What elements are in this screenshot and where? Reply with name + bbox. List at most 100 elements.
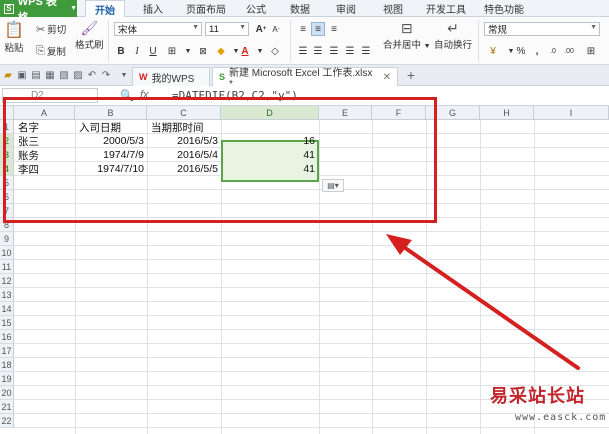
save-icon[interactable]: ▣ xyxy=(16,69,28,81)
align-top-icon[interactable]: ≡ xyxy=(296,22,310,36)
row-header[interactable]: 11 xyxy=(0,260,14,274)
chevron-down-icon[interactable]: ▼ xyxy=(181,44,195,58)
column-header-i[interactable]: I xyxy=(534,106,609,120)
new-tab-button[interactable]: + xyxy=(405,67,417,83)
currency-icon[interactable]: ¥ xyxy=(486,44,500,58)
grid-line xyxy=(14,259,609,260)
redo-icon[interactable]: ↷ xyxy=(100,69,112,81)
chevron-down-icon: ▼ xyxy=(70,5,77,12)
brush-icon: 🖌 xyxy=(80,20,99,36)
paste-button[interactable]: 📋 粘贴 xyxy=(4,20,24,54)
row-header[interactable]: 20 xyxy=(0,386,14,400)
font-name-value: 宋体 xyxy=(118,25,138,36)
app-menu-button[interactable]: S WPS 表格 ▼ xyxy=(0,0,77,24)
row-header[interactable]: 12 xyxy=(0,274,14,288)
close-icon[interactable]: ✕ xyxy=(383,72,391,83)
row-header[interactable]: 19 xyxy=(0,372,14,386)
distributed-icon[interactable]: ☰ xyxy=(359,44,373,58)
comma-style-icon[interactable]: , xyxy=(530,44,544,58)
grid-line xyxy=(14,371,609,372)
row-header[interactable]: 13 xyxy=(0,288,14,302)
row-header[interactable]: 22 xyxy=(0,414,14,428)
row-header[interactable]: 21 xyxy=(0,400,14,414)
bold-button[interactable]: B xyxy=(114,44,128,58)
tab-page-layout[interactable]: 页面布局 xyxy=(180,0,232,17)
grow-font-button[interactable]: A + xyxy=(254,22,268,36)
print-icon[interactable]: ▦ xyxy=(44,69,56,81)
grid-line xyxy=(14,357,609,358)
cut-button[interactable]: ✂ 剪切 xyxy=(36,22,66,37)
merge-border-icon[interactable]: ⊠ xyxy=(196,44,210,58)
align-middle-icon[interactable]: ≡ xyxy=(311,22,325,36)
format-painter-button[interactable]: 🖌 格式刷 xyxy=(75,20,104,51)
increase-decimal-icon[interactable]: .0 xyxy=(546,44,560,58)
tab-developer[interactable]: 开发工具 xyxy=(420,0,472,17)
row-header[interactable]: 10 xyxy=(0,246,14,260)
align-center-icon[interactable]: ☰ xyxy=(311,44,325,58)
number-format-select[interactable]: 常规 ▼ xyxy=(484,22,600,36)
format-painter-label: 格式刷 xyxy=(75,40,104,51)
decrease-decimal-icon[interactable]: .00 xyxy=(562,44,576,58)
export-pdf-icon[interactable]: ▧ xyxy=(58,69,70,81)
font-size-select[interactable]: 11 ▼ xyxy=(205,22,249,36)
merge-center-button[interactable]: ⊟ 合并居中 ▼ xyxy=(383,20,431,51)
fill-color-icon[interactable]: ◆ xyxy=(214,44,228,58)
tab-data[interactable]: 数据 xyxy=(282,0,318,17)
grid-line xyxy=(480,120,481,434)
italic-button[interactable]: I xyxy=(130,44,144,58)
font-color-icon[interactable]: A xyxy=(238,44,252,58)
tab-document[interactable]: S 新建 Microsoft Excel 工作表.xlsx * ✕ xyxy=(212,67,398,90)
row-header[interactable]: 16 xyxy=(0,330,14,344)
shrink-font-button[interactable]: A- xyxy=(269,22,283,36)
print-preview-icon[interactable]: ▤ xyxy=(30,69,42,81)
paste-label: 粘贴 xyxy=(4,43,24,54)
menu-bar: S WPS 表格 ▼ 开始 插入 页面布局 公式 数据 审阅 视图 开发工具 特… xyxy=(0,0,609,24)
tab-my-wps-label: 我的WPS xyxy=(151,73,195,85)
row-header[interactable]: 9 xyxy=(0,232,14,246)
grid-line xyxy=(14,273,609,274)
spreadsheet-icon: S xyxy=(219,72,226,82)
clear-format-icon[interactable]: ◇ xyxy=(268,44,282,58)
justify-icon[interactable]: ☰ xyxy=(343,44,357,58)
tab-insert[interactable]: 插入 xyxy=(132,0,174,17)
tab-view[interactable]: 视图 xyxy=(373,0,413,17)
tab-formulas[interactable]: 公式 xyxy=(238,0,274,17)
number-settings-icon[interactable]: ⊞ xyxy=(584,44,598,58)
tab-review[interactable]: 审阅 xyxy=(328,0,364,17)
row-header[interactable]: 17 xyxy=(0,344,14,358)
copy-icon: ⎘ xyxy=(36,44,45,57)
align-right-icon[interactable]: ☰ xyxy=(327,44,341,58)
tab-my-wps[interactable]: W 我的WPS xyxy=(132,67,210,86)
chevron-down-icon[interactable]: ▼ xyxy=(253,44,267,58)
column-header-h[interactable]: H xyxy=(480,106,534,120)
percent-icon[interactable]: % xyxy=(514,44,528,58)
wrap-text-button[interactable]: ↵ 自动换行 xyxy=(434,20,472,51)
chevron-down-icon: ▼ xyxy=(590,24,597,31)
document-tab-bar: ▰ ▣ ▤ ▦ ▧ ▨ ↶ ↷ ▼ W 我的WPS S 新建 Microsoft… xyxy=(0,65,609,90)
open-folder-icon[interactable]: ▰ xyxy=(2,69,14,81)
merge-center-label: 合并居中 xyxy=(383,40,422,51)
export-icon[interactable]: ▨ xyxy=(72,69,84,81)
grid-line xyxy=(14,287,609,288)
border-icon[interactable]: ⊞ xyxy=(165,44,179,58)
align-left-icon[interactable]: ☰ xyxy=(296,44,310,58)
font-size-value: 11 xyxy=(209,23,219,35)
chevron-down-icon: ▼ xyxy=(423,43,431,50)
wps-logo-icon: S xyxy=(4,3,14,14)
copy-button[interactable]: ⎘ 复制 xyxy=(36,44,66,59)
wrap-text-label: 自动换行 xyxy=(434,40,473,51)
undo-icon[interactable]: ↶ xyxy=(86,69,98,81)
row-header[interactable]: 18 xyxy=(0,358,14,372)
tab-home[interactable]: 开始 xyxy=(85,0,125,18)
font-name-select[interactable]: 宋体 ▼ xyxy=(114,22,202,36)
watermark-logo: 易采站长站 xyxy=(490,386,585,407)
align-bottom-icon[interactable]: ≡ xyxy=(327,22,341,36)
watermark-url: www.easck.com xyxy=(515,412,607,423)
clipboard-icon: 📋 xyxy=(4,22,24,39)
chevron-down-icon[interactable]: ▼ xyxy=(118,69,130,81)
tab-special-features[interactable]: 特色功能 xyxy=(478,0,530,17)
underline-button[interactable]: U xyxy=(146,44,160,58)
row-header[interactable]: 15 xyxy=(0,316,14,330)
row-header[interactable]: 14 xyxy=(0,302,14,316)
divider xyxy=(290,20,291,62)
